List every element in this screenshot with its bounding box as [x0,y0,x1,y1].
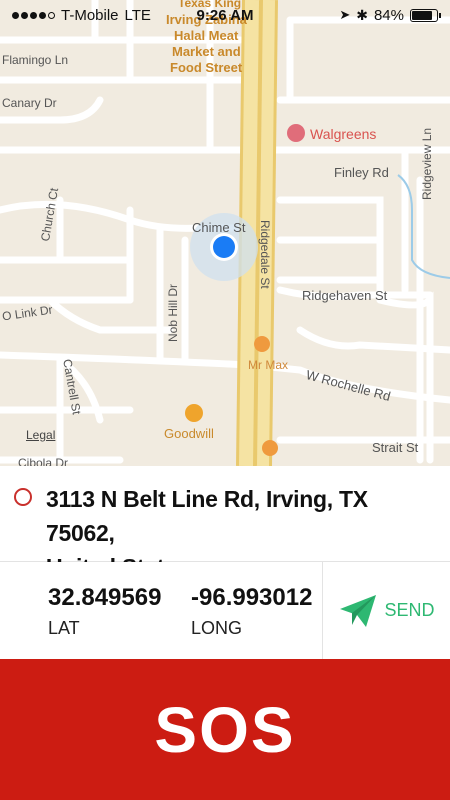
longitude-value: -96.993012 [191,584,313,611]
poi-label-walgreens[interactable]: Walgreens [310,126,376,142]
latitude-value: 32.849569 [48,584,162,611]
street-label-ridgehaven: Ridgehaven St [302,288,388,303]
longitude-label: LONG [191,618,243,638]
sos-label: SOS [154,693,296,766]
carrier-label: T-Mobile [61,6,119,24]
address-row: 3113 N Belt Line Rd, Irving, TX 75062, U… [0,466,450,580]
street-label-finley: Finley Rd [334,165,389,180]
street-label-nobhill: Nob Hill Dr [166,283,180,342]
map-view[interactable]: Flamingo Ln Canary Dr Finley Rd Ridgedal… [0,0,450,466]
location-arrow-icon: ➤ [339,7,351,22]
latitude-label: LAT [48,618,80,638]
walgreens-pin-icon[interactable] [287,124,305,142]
street-label-chime: Chime St [192,220,246,235]
longitude-block: -96.993012 LONG [191,562,312,639]
sos-button[interactable]: SOS [0,659,450,800]
battery-fill [412,10,433,20]
goodwill-pin-icon[interactable] [185,404,203,422]
poi-label-market[interactable]: Market and [172,44,241,59]
status-left: T-Mobile LTE [12,7,151,24]
status-bar: T-Mobile LTE 9:26 AM ➤ ✱ 84% [0,0,450,30]
paper-plane-icon [340,594,377,627]
poi-label-food-street[interactable]: Food Street [170,60,242,75]
mr-max-pin-icon[interactable] [254,336,270,352]
poi-label-goodwill[interactable]: Goodwill [164,426,214,441]
street-label-ridgeview: Ridgeview Ln [420,127,434,200]
street-label-canary: Canary Dr [2,96,57,110]
address-line-1: 3113 N Belt Line Rd, Irving, TX 75062, [46,486,368,546]
status-right: ➤ ✱ 84% [339,6,441,24]
address-marker-icon [14,488,32,506]
send-button[interactable]: SEND [322,562,450,659]
coordinates-row: 32.849569 LAT -96.993012 LONG SEND [0,562,450,659]
latitude-block: 32.849569 LAT [48,562,161,639]
battery-icon [410,8,441,22]
poi-label-mr-max[interactable]: Mr Max [248,358,288,372]
street-label-cibola: Cibola Dr [18,456,69,466]
status-time: 9:26 AM [196,6,254,24]
street-label-ridgedale: Ridgedale St [258,220,272,289]
poi-label-halal[interactable]: Halal Meat [174,28,238,43]
battery-percent: 84% [373,6,404,24]
send-label: SEND [384,600,435,620]
legal-link[interactable]: Legal [26,428,55,442]
restaurant-pin-icon[interactable] [262,440,278,456]
street-label-flamingo: Flamingo Ln [2,53,69,67]
signal-strength-icon [12,11,55,19]
network-label: LTE [124,6,151,24]
street-label-strait: Strait St [372,440,419,455]
bluetooth-icon: ✱ [356,6,368,23]
